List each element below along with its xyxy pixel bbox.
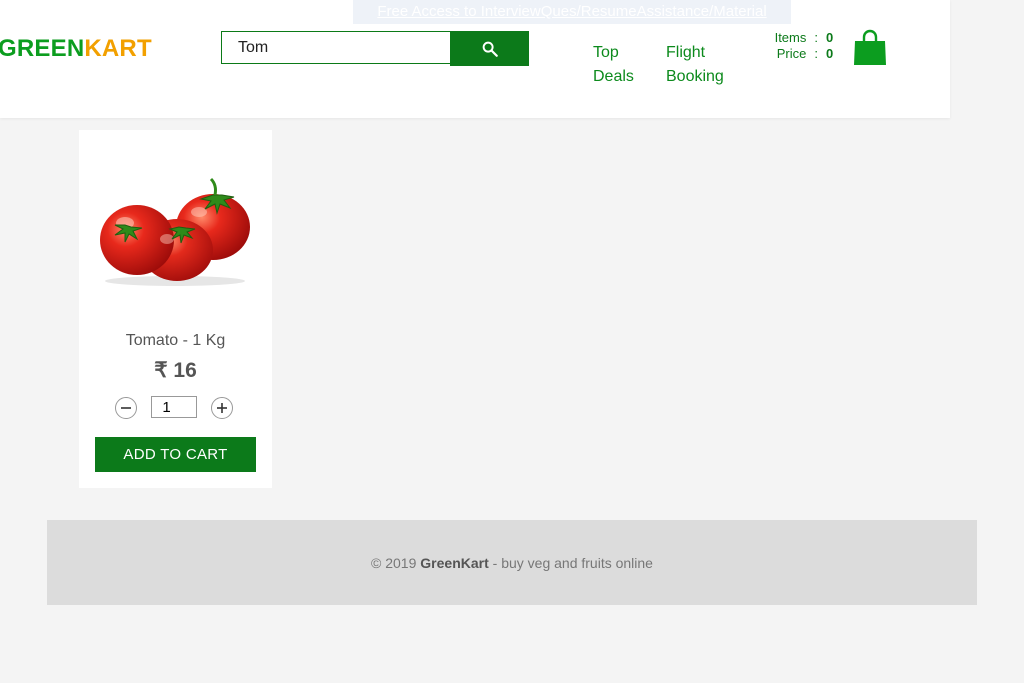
- search-button[interactable]: [450, 31, 529, 66]
- plus-icon: [217, 403, 227, 413]
- nav-top-deals[interactable]: Top Deals: [593, 41, 634, 89]
- brand-green: GREEN: [0, 35, 85, 62]
- tomato-image: [100, 177, 250, 286]
- brand-logo: GREENKART: [0, 35, 152, 63]
- nav-top-deals-line1: Top: [593, 44, 619, 61]
- footer-copyright: © 2019: [371, 554, 417, 571]
- increment-button[interactable]: [211, 397, 233, 419]
- search-icon: [482, 41, 498, 57]
- promo-link[interactable]: Free Access to InterviewQues/ResumeAssis…: [353, 0, 791, 24]
- footer-brand: GreenKart: [420, 554, 489, 571]
- colon: :: [814, 46, 818, 61]
- cart-items-value: 0: [826, 30, 834, 45]
- nav-top-deals-line2: Deals: [593, 68, 634, 85]
- product-image: [95, 165, 255, 295]
- footer-tagline: - buy veg and fruits online: [492, 554, 653, 571]
- add-to-cart-button[interactable]: ADD TO CART: [95, 437, 256, 472]
- colon: :: [814, 30, 818, 45]
- cart-price-label: Price: [776, 46, 807, 61]
- nav-flight-line1: Flight: [666, 44, 706, 61]
- product-price: ₹ 16: [154, 359, 197, 382]
- nav-flight-line2: Booking: [666, 68, 724, 85]
- search-input[interactable]: [221, 31, 455, 64]
- footer: © 2019 GreenKart - buy veg and fruits on…: [47, 520, 977, 605]
- product-card: Tomato - 1 Kg ₹ 16 ADD TO CART: [79, 130, 272, 488]
- cart-items-label: Items: [774, 30, 807, 45]
- decrement-button[interactable]: [115, 397, 137, 419]
- minus-icon: [121, 407, 131, 409]
- header: Free Access to InterviewQues/ResumeAssis…: [0, 0, 950, 118]
- cart-summary: Items : 0 Price : 0: [760, 30, 834, 62]
- nav-flight-booking[interactable]: Flight Booking: [666, 41, 724, 89]
- cart-price-value: 0: [826, 46, 834, 61]
- quantity-input[interactable]: [151, 396, 197, 418]
- product-name: Tomato - 1 Kg: [125, 332, 226, 349]
- shopping-bag-icon: [854, 29, 886, 65]
- cart-icon-button[interactable]: [853, 29, 887, 71]
- brand-kart: KART: [84, 35, 152, 62]
